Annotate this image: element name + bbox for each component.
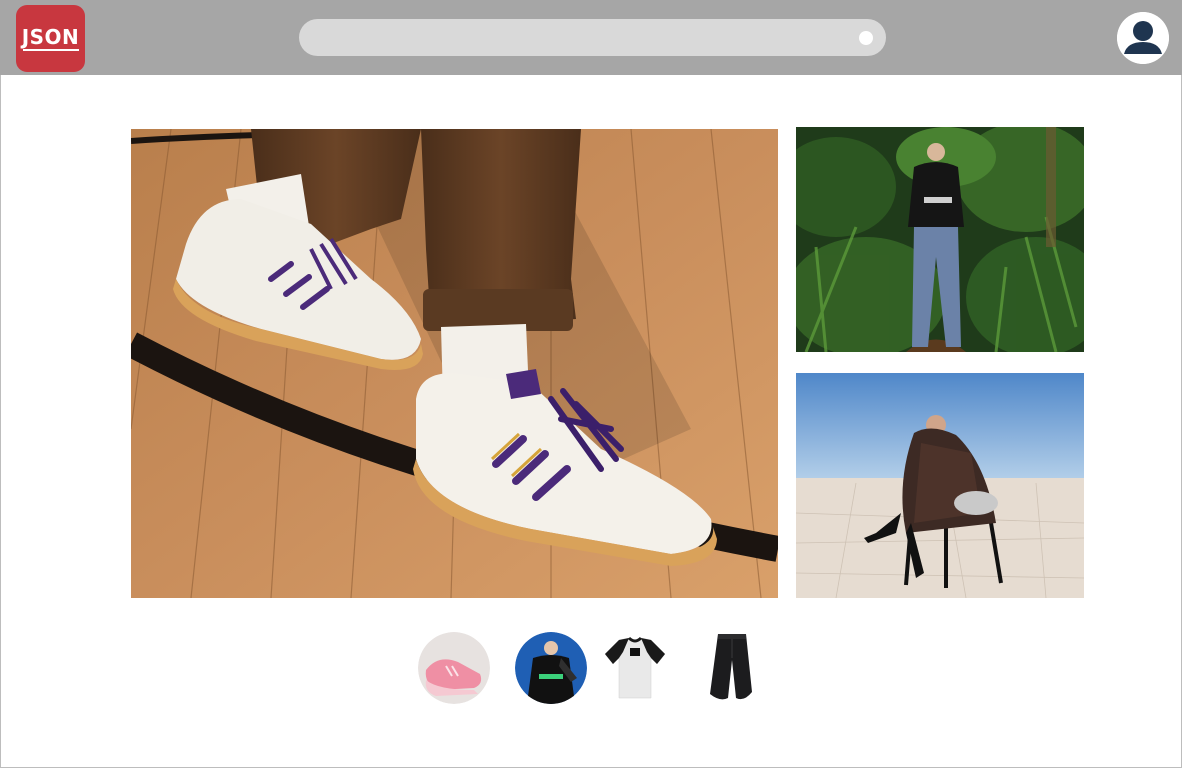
logo-underline: [22, 48, 79, 51]
hero-sneaker-photo[interactable]: [131, 129, 778, 598]
desert-fashion-photo[interactable]: [796, 373, 1084, 598]
search-icon[interactable]: [859, 31, 873, 45]
raglan-tshirt-thumbnail[interactable]: [599, 632, 671, 704]
top-header: JSON: [0, 0, 1182, 75]
user-avatar-icon[interactable]: [1117, 12, 1169, 64]
forest-streetwear-photo[interactable]: [796, 127, 1084, 352]
model-sweatshirt-thumbnail[interactable]: [515, 632, 587, 704]
search-input[interactable]: [299, 19, 886, 56]
pink-sneaker-thumbnail[interactable]: [418, 632, 490, 704]
logo-text: JSON: [21, 24, 80, 49]
app-logo[interactable]: JSON: [16, 5, 85, 72]
black-jeans-thumbnail[interactable]: [696, 632, 768, 704]
